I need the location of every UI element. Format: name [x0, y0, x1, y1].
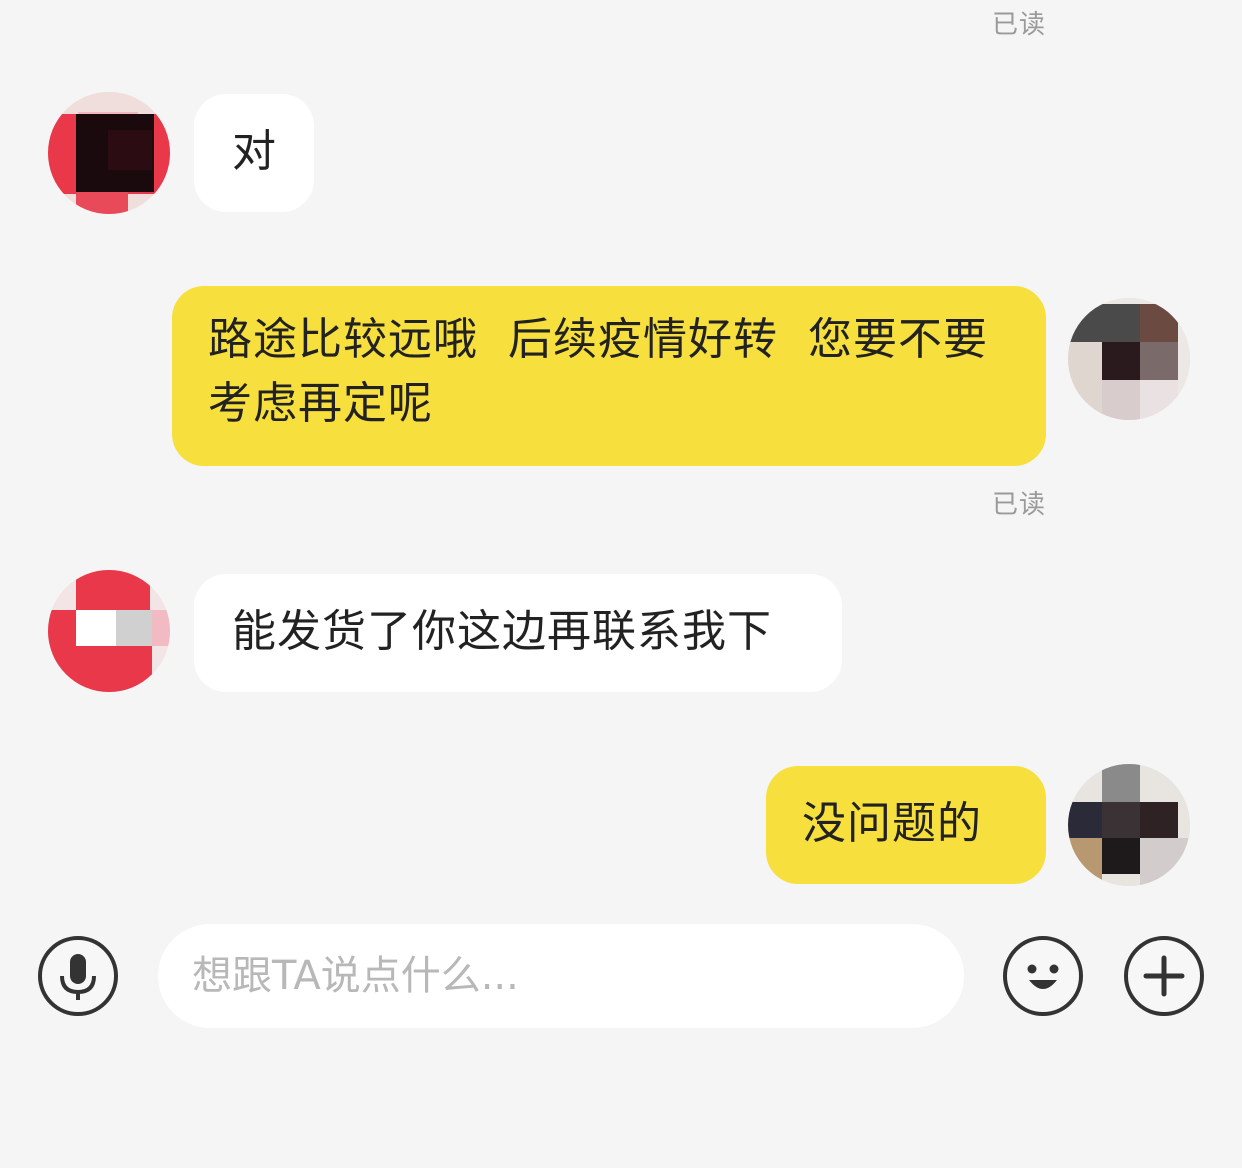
message-text: 对	[232, 126, 277, 177]
message-text: 能发货了你这边再联系我下	[232, 606, 772, 657]
message-text: 没问题的	[802, 798, 982, 849]
more-button[interactable]	[1124, 936, 1204, 1016]
message-bubble-outgoing: 没问题的	[766, 766, 1046, 884]
contact-avatar[interactable]	[48, 92, 170, 214]
microphone-icon	[60, 954, 96, 1000]
message-input[interactable]	[158, 924, 964, 1028]
voice-button[interactable]	[38, 936, 118, 1016]
message-composer	[0, 920, 1242, 1040]
message-text-line: 路途比较远哦 后续疫情好转 您要不要	[208, 314, 988, 365]
contact-avatar[interactable]	[48, 570, 170, 692]
read-receipt: 已读	[991, 10, 1046, 40]
my-avatar[interactable]	[1068, 764, 1190, 886]
read-receipt: 已读	[991, 490, 1046, 520]
emoji-button[interactable]	[1003, 936, 1083, 1016]
message-bubble-incoming: 对	[194, 94, 314, 212]
message-bubble-incoming: 能发货了你这边再联系我下	[194, 574, 842, 692]
smiley-icon	[1027, 964, 1059, 989]
my-avatar[interactable]	[1068, 298, 1190, 420]
plus-icon	[1143, 955, 1185, 997]
message-bubble-outgoing: 路途比较远哦 后续疫情好转 您要不要 考虑再定呢	[172, 286, 1046, 466]
message-text-line: 考虑再定呢	[208, 378, 433, 429]
